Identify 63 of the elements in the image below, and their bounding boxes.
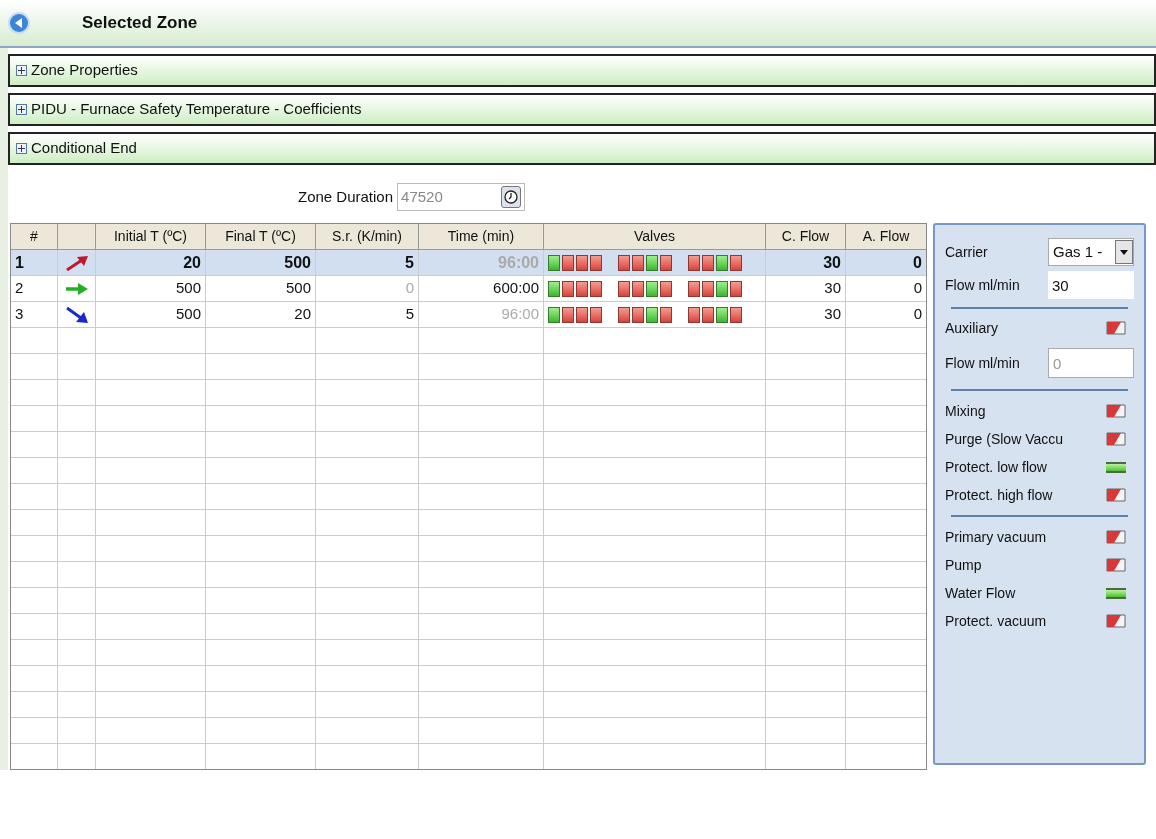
flow-label: Flow ml/min (945, 353, 1020, 373)
table-cell-text: 1 (15, 252, 24, 273)
column-header: Valves (634, 227, 675, 246)
caret-icon[interactable] (1115, 240, 1133, 264)
table-cell-text: 20 (183, 252, 201, 273)
clock-icon[interactable] (501, 186, 522, 208)
table-cell-text: 5 (405, 252, 414, 273)
carrier-label: Carrier (945, 242, 988, 262)
left-triangle-icon (15, 18, 23, 28)
indicator-label: Protect. low flow (945, 457, 1047, 477)
column-header: Time (min) (447, 227, 515, 246)
table-cell-text: 0 (913, 252, 922, 273)
table-cell-text: 96:00 (498, 252, 539, 273)
indicator-label: Protect. high flow (945, 485, 1053, 505)
carrier-dropdown[interactable]: Gas 1 - (1048, 238, 1134, 266)
indicator-label: Protect. vacuum (945, 611, 1047, 631)
table-cell-text: 500 (175, 304, 201, 325)
right-arrow-icon (64, 281, 89, 296)
column-header: A. Flow (862, 227, 910, 246)
header-title: Selected Zone (82, 12, 198, 35)
zone-duration-field[interactable]: 47520 (397, 183, 526, 211)
zone-duration-label: Zone Duration (298, 186, 394, 207)
back-button[interactable] (8, 12, 30, 34)
column-header: # (30, 227, 38, 246)
table-cell-text: 0 (405, 278, 414, 299)
column-header: Final T (ºC) (225, 227, 296, 246)
indicator-label: Primary vacuum (945, 527, 1047, 547)
rising-arrow-icon (64, 254, 89, 271)
auxiliary-label: Auxiliary (945, 318, 998, 338)
table-cell-text: 30 (824, 304, 841, 325)
table-cell-text: 0 (913, 304, 922, 325)
table-cell-text: 5 (405, 304, 414, 325)
section-header[interactable]: Zone Properties (8, 54, 1156, 87)
table-cell-text: 20 (294, 304, 311, 325)
table-row[interactable]: 1 20 500 5 96:00 30 0 (11, 250, 926, 276)
column-header: S.r. (K/min) (332, 227, 402, 246)
table-row[interactable]: 2 500 500 0 600:00 30 0 (11, 276, 926, 302)
indicator-label: Purge (Slow Vaccu (945, 429, 1063, 449)
table-cell-text: 2 (15, 278, 24, 299)
table-cell-text: 500 (285, 278, 311, 299)
table-row[interactable]: 3 500 20 5 96:00 30 0 (11, 302, 926, 328)
table-cell-text: 30 (824, 278, 841, 299)
column-header: Initial T (ºC) (113, 227, 188, 246)
table-cell-text: 30 (823, 252, 841, 273)
flow-label: Flow ml/min (945, 275, 1020, 295)
section-header[interactable]: Conditional End (8, 132, 1156, 165)
table-cell-text: 500 (284, 252, 311, 273)
expand-icon (16, 143, 27, 154)
table-cell-text: 500 (175, 278, 201, 299)
table-cell-text: 96:00 (501, 304, 539, 325)
table-cell-text: 600:00 (493, 278, 539, 299)
carrier-flow-field[interactable]: 30 (1048, 271, 1134, 299)
indicator-label: Pump (945, 555, 982, 575)
auxiliary-flow-field[interactable]: 0 (1048, 348, 1134, 378)
expand-icon (16, 65, 27, 76)
column-header: C. Flow (781, 227, 830, 246)
section-header[interactable]: PIDU - Furnace Safety Temperature - Coefficients (8, 93, 1156, 126)
falling-arrow-icon (64, 305, 89, 324)
indicator-label: Water Flow (945, 583, 1016, 603)
table-cell-text: 3 (15, 304, 24, 325)
table-cell-text: 0 (913, 278, 922, 299)
expand-icon (16, 104, 27, 115)
indicator-label: Mixing (945, 401, 986, 421)
